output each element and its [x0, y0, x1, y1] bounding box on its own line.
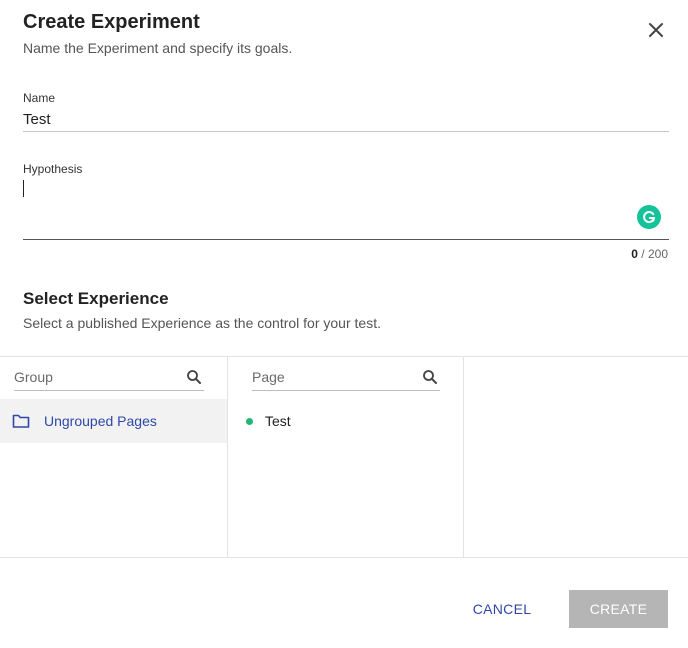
name-input[interactable] [23, 108, 669, 132]
page-column: Test [228, 357, 464, 557]
hypothesis-textarea[interactable] [23, 178, 669, 240]
section-title: Select Experience [23, 289, 169, 308]
dialog-subtitle: Name the Experiment and specify its goal… [23, 40, 293, 56]
create-button[interactable]: CREATE [569, 590, 668, 628]
group-column: Ungrouped Pages [0, 357, 228, 557]
grammarly-icon [643, 211, 656, 224]
close-icon [649, 23, 663, 37]
folder-icon [12, 414, 30, 428]
experience-detail-column [464, 357, 688, 557]
text-caret [23, 180, 24, 197]
published-status-dot [246, 417, 253, 425]
group-item-ungrouped-pages[interactable]: Ungrouped Pages [0, 399, 227, 443]
cancel-button[interactable]: CANCEL [462, 590, 542, 628]
page-item-test[interactable]: Test [228, 399, 463, 443]
character-counter: 0 / 200 [631, 247, 668, 261]
close-button[interactable] [644, 18, 668, 42]
name-label: Name [23, 91, 56, 105]
section-subtitle: Select a published Experience as the con… [23, 315, 381, 331]
group-search [14, 365, 204, 391]
hypothesis-label: Hypothesis [23, 162, 83, 176]
dialog-title: Create Experiment [23, 11, 200, 33]
page-search [252, 365, 440, 391]
grammarly-button[interactable] [637, 205, 661, 229]
page-search-input[interactable] [252, 367, 412, 387]
counter-current: 0 [631, 247, 638, 261]
search-icon[interactable] [422, 369, 438, 385]
search-icon[interactable] [186, 369, 202, 385]
create-experiment-dialog: Create Experiment Name the Experiment an… [0, 0, 688, 648]
group-item-label: Ungrouped Pages [44, 413, 157, 429]
experience-picker: Ungrouped Pages Test [0, 356, 688, 558]
counter-max: / 200 [637, 247, 668, 261]
page-item-label: Test [265, 413, 291, 429]
group-search-input[interactable] [14, 367, 174, 387]
